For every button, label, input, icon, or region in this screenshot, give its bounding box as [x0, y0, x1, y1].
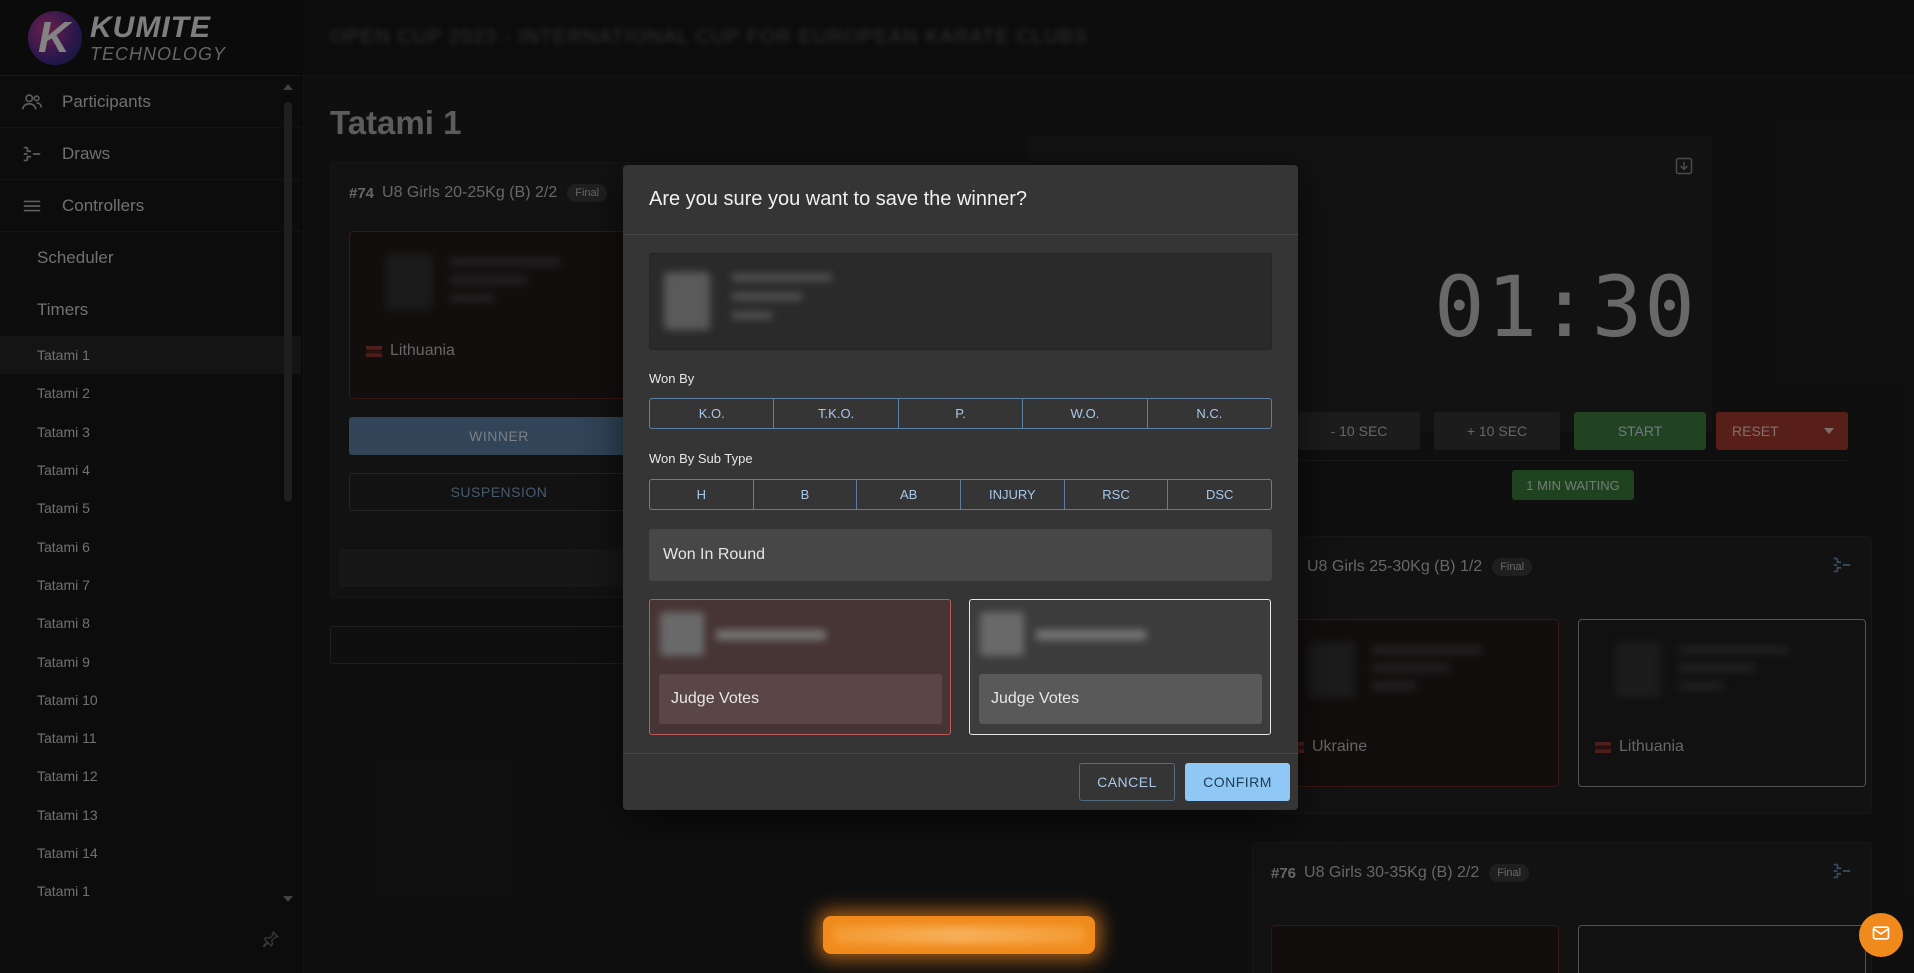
- mail-button[interactable]: [1859, 913, 1903, 957]
- app-root: KUMITE TECHNOLOGY Participants Draws: [0, 0, 1914, 973]
- won-in-round-select[interactable]: Won In Round: [649, 529, 1272, 581]
- won-by-wo-button[interactable]: W.O.: [1023, 399, 1148, 428]
- sub-type-dsc-button[interactable]: DSC: [1168, 480, 1271, 509]
- sub-type-rsc-button[interactable]: RSC: [1065, 480, 1169, 509]
- sub-type-b-button[interactable]: B: [754, 480, 858, 509]
- sub-type-ab-button[interactable]: AB: [857, 480, 962, 509]
- fighter-name: [716, 630, 826, 640]
- winner-preview: [649, 253, 1272, 350]
- won-by-nc-button[interactable]: N.C.: [1148, 399, 1271, 428]
- dialog-title: Are you sure you want to save the winner…: [623, 165, 1298, 235]
- fighter-name: [1036, 630, 1146, 640]
- cancel-button[interactable]: CANCEL: [1079, 763, 1175, 801]
- won-by-ko-button[interactable]: K.O.: [650, 399, 775, 428]
- sub-type-group: H B AB INJURY RSC DSC: [649, 479, 1272, 510]
- avatar: [980, 612, 1024, 656]
- avatar: [660, 612, 704, 656]
- sub-type-h-button[interactable]: H: [650, 480, 754, 509]
- red-judge-votes-card: Judge Votes: [649, 599, 951, 735]
- confirm-button[interactable]: CONFIRM: [1185, 763, 1290, 801]
- won-by-group: K.O. T.K.O. P. W.O. N.C.: [649, 398, 1272, 429]
- mail-icon: [1871, 923, 1891, 948]
- save-winner-dialog: Are you sure you want to save the winner…: [623, 165, 1298, 810]
- won-by-label: Won By: [649, 371, 695, 386]
- white-judge-votes-field[interactable]: Judge Votes: [979, 674, 1262, 724]
- red-judge-votes-field[interactable]: Judge Votes: [659, 674, 942, 724]
- avatar: [664, 272, 710, 330]
- won-by-p-button[interactable]: P.: [899, 399, 1024, 428]
- winner-info: [732, 274, 832, 331]
- sub-type-injury-button[interactable]: INJURY: [961, 480, 1065, 509]
- sub-type-label: Won By Sub Type: [649, 451, 753, 466]
- won-by-tko-button[interactable]: T.K.O.: [774, 399, 899, 428]
- notification-bar[interactable]: [823, 916, 1095, 954]
- white-judge-votes-card: Judge Votes: [969, 599, 1271, 735]
- notification-content: [833, 926, 1085, 944]
